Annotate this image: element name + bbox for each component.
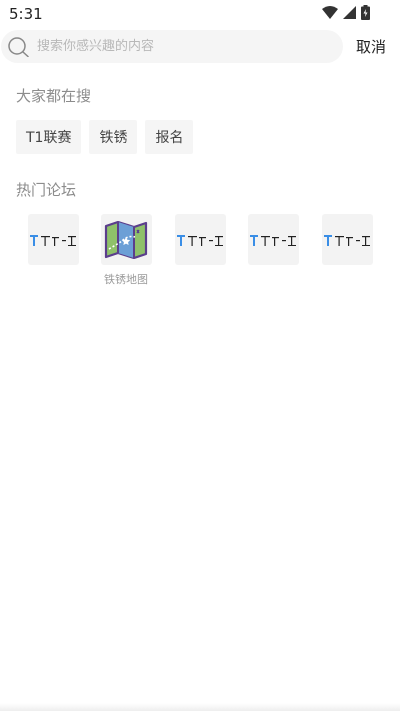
cancel-button[interactable]: 取消 (356, 36, 386, 57)
hot-search-tag[interactable]: 铁锈 (89, 120, 138, 154)
forum-thumb (174, 214, 226, 265)
search-input[interactable] (37, 30, 333, 63)
bottom-edge (0, 703, 400, 711)
hot-forums-title: 热门论坛 (16, 181, 77, 199)
status-bar: 5:31 (0, 0, 400, 26)
map-icon (104, 220, 148, 259)
forum-item[interactable] (23, 214, 83, 271)
forum-item[interactable] (243, 214, 303, 271)
forum-logo-icon (324, 234, 370, 246)
status-icons (322, 5, 370, 20)
forum-thumb (321, 214, 373, 265)
forum-thumb (100, 214, 152, 265)
forum-item[interactable] (170, 214, 230, 271)
forum-name: 铁锈地图 (104, 273, 148, 286)
forum-item[interactable]: 铁锈地图 (96, 214, 156, 287)
forum-logo-icon (30, 234, 76, 246)
cellular-signal-icon (343, 6, 356, 19)
battery-icon (361, 5, 370, 20)
forum-logo-icon (177, 234, 223, 246)
hot-search-tag[interactable]: T1联赛 (16, 120, 82, 154)
search-row: 取消 (0, 30, 400, 63)
status-time: 5:31 (9, 5, 43, 23)
hot-search-tags: T1联赛 铁锈 报名 (16, 120, 194, 154)
forum-item[interactable] (317, 214, 377, 271)
wifi-icon (322, 6, 338, 19)
hot-search-tag[interactable]: 报名 (145, 120, 194, 154)
forum-logo-icon (250, 234, 296, 246)
search-icon (8, 37, 29, 57)
forum-thumb (27, 214, 79, 265)
search-box[interactable] (1, 30, 343, 63)
forum-thumb (247, 214, 299, 265)
hot-search-title: 大家都在搜 (16, 87, 92, 105)
